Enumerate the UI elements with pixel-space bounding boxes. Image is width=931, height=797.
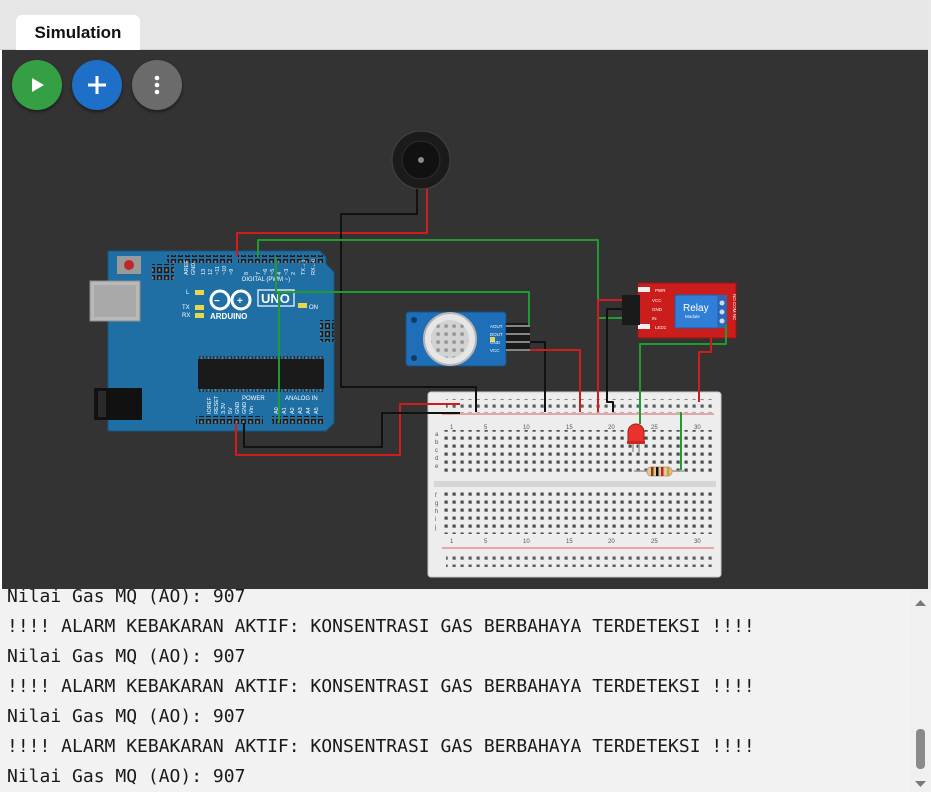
breadboard-row-g: g — [435, 501, 438, 507]
arduino-aref-label: AREF — [184, 260, 190, 275]
arduino-pin-13: 13 — [201, 269, 207, 275]
arduino-pin-11: ~11 — [215, 266, 221, 275]
scrollbar-thumb[interactable] — [916, 729, 925, 769]
arduino-rx-label: RX — [182, 313, 190, 319]
breadboard-row-c: c — [435, 448, 438, 454]
tab-simulation[interactable]: Simulation — [16, 15, 140, 50]
breadboard-col-10: 10 — [523, 425, 530, 431]
gas-sensor-gnd-label: GND — [490, 340, 501, 345]
circuit-diagram: 1 5 10 15 20 25 30 1 5 10 15 20 25 30 a … — [89, 130, 737, 578]
serial-line: Nilai Gas MQ (AO): 907 — [7, 646, 246, 667]
arduino-uno[interactable]: − + UNO ARDUINO DIGITAL (PWM ~) ON L TX … — [89, 250, 335, 432]
arduino-pin-2: 2 — [291, 272, 297, 275]
breadboard-row-d: d — [435, 456, 438, 462]
breadboard-col-15: 15 — [566, 425, 573, 431]
scroll-up-arrow-icon[interactable] — [915, 600, 926, 606]
breadboard-col-30: 30 — [694, 425, 701, 431]
relay-subtitle: Module — [685, 314, 700, 319]
serial-line: !!!! ALARM KEBAKARAN AKTIF: KONSENTRASI … — [7, 676, 755, 697]
relay-module[interactable]: Relay Module PWR LED1 VCC GND IN NO COM … — [622, 282, 737, 339]
arduino-a1-label: A1 — [282, 407, 288, 414]
arduino-brand-label: ARDUINO — [210, 312, 247, 321]
arduino-pin-8: 8 — [244, 272, 250, 275]
breadboard-col-20: 20 — [608, 425, 615, 431]
arduino-power-label: POWER — [242, 396, 265, 402]
breadboard[interactable]: 1 5 10 15 20 25 30 1 5 10 15 20 25 30 a … — [427, 391, 722, 578]
arduino-ioref-label: IOREF — [207, 397, 213, 414]
arduino-on-label: ON — [309, 305, 318, 311]
arduino-pin-10: ~10 — [222, 266, 228, 275]
breadboard-col-15-bottom: 15 — [566, 539, 573, 545]
breadboard-col-25-bottom: 25 — [651, 539, 658, 545]
gas-sensor-vcc-label: VCC — [490, 348, 500, 353]
arduino-pin-6: ~6 — [263, 269, 269, 275]
arduino-a2-label: A2 — [290, 407, 296, 414]
relay-gnd-label: GND — [652, 307, 663, 312]
gas-sensor-dout-label: DOUT — [490, 332, 503, 337]
serial-output: Nilai Gas MQ (AO): 907 !!!! ALARM KEBAKA… — [0, 589, 755, 792]
arduino-pin-3: ~3 — [284, 269, 290, 275]
arduino-pin-1: TX→1 — [301, 259, 307, 275]
arduino-model-label: UNO — [261, 291, 290, 306]
arduino-pin-7: 7 — [256, 272, 262, 275]
serial-line: Nilai Gas MQ (AO): 907 — [7, 589, 246, 607]
arduino-tx-label: TX — [182, 305, 190, 311]
arduino-vin-label: Vin — [249, 406, 255, 414]
arduino-3v3-label: 3.3V — [221, 402, 227, 414]
arduino-a4-label: A4 — [306, 407, 312, 414]
breadboard-col-20-bottom: 20 — [608, 539, 615, 545]
breadboard-col-25: 25 — [651, 425, 658, 431]
add-component-button[interactable] — [72, 60, 122, 110]
arduino-reset-label: RESET — [214, 395, 220, 414]
serial-line: !!!! ALARM KEBAKARAN AKTIF: KONSENTRASI … — [7, 736, 755, 757]
breadboard-row-j: j — [434, 525, 436, 531]
breadboard-row-h: h — [435, 509, 438, 515]
breadboard-row-i: i — [435, 517, 436, 523]
relay-title: Relay — [683, 303, 709, 314]
serial-line: !!!! ALARM KEBAKARAN AKTIF: KONSENTRASI … — [7, 616, 755, 637]
gas-sensor-aout-label: AOUT — [490, 324, 503, 329]
relay-terminals-label: NO COM NC — [732, 294, 737, 321]
relay-pwr-label: PWR — [655, 288, 666, 293]
tab-bar: Simulation — [0, 0, 931, 50]
arduino-gnd-top-label: GND — [191, 263, 197, 275]
svg-text:+: + — [237, 296, 243, 307]
arduino-pin-0: RX←0 — [311, 259, 317, 275]
more-options-button[interactable] — [132, 60, 182, 110]
buzzer[interactable] — [391, 130, 451, 190]
serial-line: Nilai Gas MQ (AO): 907 — [7, 706, 246, 727]
arduino-gnd-label-1: GND — [235, 402, 241, 414]
arduino-pin-12: 12 — [208, 269, 214, 275]
plus-icon — [88, 76, 106, 94]
arduino-5v-label: 5V — [228, 407, 234, 414]
serial-scrollbar[interactable] — [910, 589, 931, 792]
relay-in-label: IN — [652, 316, 657, 321]
gas-sensor[interactable]: AOUT DOUT GND VCC — [405, 311, 530, 367]
scroll-down-arrow-icon[interactable] — [915, 781, 926, 787]
arduino-analog-label: ANALOG IN — [285, 396, 318, 402]
arduino-a3-label: A3 — [298, 407, 304, 414]
relay-vcc-label: VCC — [652, 298, 662, 303]
serial-monitor[interactable]: Nilai Gas MQ (AO): 907 !!!! ALARM KEBAKA… — [0, 589, 910, 792]
arduino-gnd-label-2: GND — [242, 402, 248, 414]
arduino-a5-label: A5 — [314, 407, 320, 414]
svg-text:−: − — [214, 296, 220, 307]
simulation-canvas[interactable]: 1 5 10 15 20 25 30 1 5 10 15 20 25 30 a … — [2, 50, 928, 589]
arduino-pin-9: ~9 — [229, 269, 235, 275]
arduino-digital-label: DIGITAL (PWM ~) — [242, 277, 290, 283]
arduino-pin-4: 4 — [277, 272, 283, 275]
relay-led1-label: LED1 — [655, 325, 667, 330]
breadboard-col-10-bottom: 10 — [523, 539, 530, 545]
more-vertical-icon — [154, 75, 160, 95]
serial-line: Nilai Gas MQ (AO): 907 — [7, 766, 246, 787]
play-icon — [32, 78, 44, 92]
run-simulation-button[interactable] — [12, 60, 62, 110]
breadboard-col-30-bottom: 30 — [694, 539, 701, 545]
